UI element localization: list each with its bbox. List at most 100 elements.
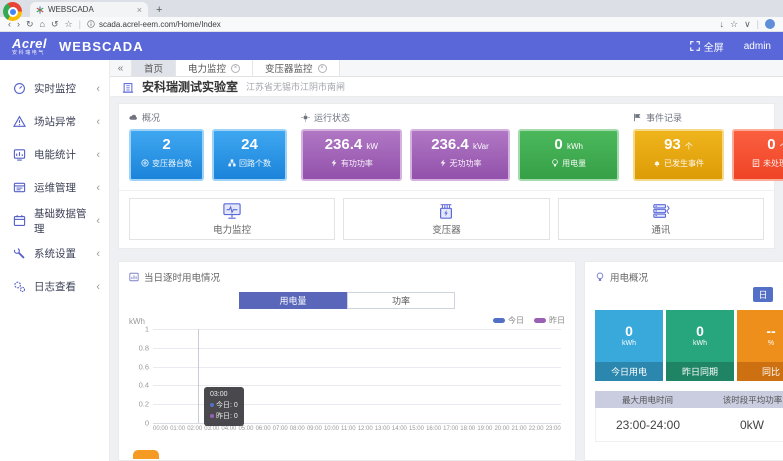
browser-tab[interactable]: WEBSCADA × bbox=[30, 2, 148, 17]
y-tick-label: 0.2 bbox=[129, 400, 149, 409]
overview-section: 概况 2 变压器台数 24 回路个数 bbox=[118, 103, 775, 249]
browser-tab-strip: WEBSCADA × + bbox=[0, 0, 783, 17]
sidebar-item-ops-management[interactable]: 运维管理 ‹ bbox=[0, 171, 109, 204]
x-axis-labels: 00:0001:0002:0003:0004:0005:0006:0007:00… bbox=[153, 426, 561, 432]
sidebar-item-realtime-monitoring[interactable]: 实时监控 ‹ bbox=[0, 72, 109, 105]
app-header: Acrel 安科瑞电气 WEBSCADA 全屏 admin bbox=[0, 32, 783, 60]
home-icon[interactable]: ⌂ bbox=[40, 20, 45, 29]
legend-item-yesterday[interactable]: 昨日 bbox=[534, 315, 565, 326]
refresh-icon[interactable]: ↻ bbox=[26, 20, 34, 29]
transformer-count-icon bbox=[141, 159, 149, 167]
browser-tab-title: WEBSCADA bbox=[48, 5, 133, 14]
usage-panel-icon bbox=[595, 272, 605, 282]
new-tab-button[interactable]: + bbox=[156, 4, 162, 16]
table-header-avg-power: 该时段平均功率 bbox=[700, 394, 783, 406]
tab-transformer-monitoring[interactable]: 变压器监控 × bbox=[253, 60, 340, 76]
sidebar: 实时监控 ‹ 场站异常 ‹ 电能统计 ‹ 运维管理 ‹ 基础数据管理 ‹ bbox=[0, 60, 110, 461]
caret-down-icon[interactable]: ∨ bbox=[744, 20, 751, 29]
acrel-logo: Acrel 安科瑞电气 bbox=[12, 37, 47, 56]
tab-power-monitoring[interactable]: 电力监控 × bbox=[176, 60, 253, 76]
page-tab-bar: « 首页 电力监控 × 变压器监控 × bbox=[110, 60, 783, 77]
browser-profile-avatar[interactable] bbox=[765, 19, 775, 29]
usage-tiles: 0kWh 今日用电 0kWh 昨日同期 --% 同比 bbox=[595, 310, 783, 381]
chevron-icon: ‹ bbox=[96, 215, 100, 227]
chart-panel-title: 当日逐时用电情况 bbox=[144, 270, 220, 284]
chart-series-toggle: 用电量 功率 bbox=[129, 292, 565, 309]
tooltip-time: 03:00 bbox=[210, 390, 238, 401]
bar-chart-icon bbox=[13, 148, 26, 161]
station-title-bar: 安科瑞测试实验室 江苏省无锡市江阴市南闸 bbox=[110, 77, 783, 97]
group-event-records: 事件记录 93 个 已发生事件 0 个 未处理异常 bbox=[633, 111, 783, 181]
sidebar-item-station-abnormal[interactable]: 场站异常 ‹ bbox=[0, 105, 109, 138]
tile-yesterday-same-period: 0kWh 昨日同期 bbox=[666, 310, 734, 381]
y-tick-label: 0 bbox=[129, 419, 149, 428]
quick-panels: 电力监控 变压器 通讯 bbox=[129, 198, 764, 240]
y-tick-label: 0.4 bbox=[129, 381, 149, 390]
tab-close-icon[interactable]: × bbox=[318, 64, 327, 73]
x-tick-label: 15:00 bbox=[409, 426, 424, 432]
tab-close-icon[interactable]: × bbox=[137, 5, 142, 15]
browser-logo-icon[interactable] bbox=[3, 2, 22, 21]
x-tick-label: 13:00 bbox=[375, 426, 390, 432]
chevron-icon: ‹ bbox=[96, 248, 100, 260]
x-tick-label: 00:00 bbox=[153, 426, 168, 432]
forward-icon[interactable]: › bbox=[17, 20, 20, 29]
tab-home[interactable]: 首页 bbox=[132, 60, 176, 76]
station-address: 江苏省无锡市江阴市南闸 bbox=[246, 80, 345, 93]
wrench-icon bbox=[13, 247, 26, 260]
station-name: 安科瑞测试实验室 bbox=[142, 78, 238, 95]
x-tick-label: 05:00 bbox=[238, 426, 253, 432]
star-icon[interactable]: ☆ bbox=[730, 20, 738, 29]
acrel-logo-subtext: 安科瑞电气 bbox=[12, 51, 47, 56]
tab-close-icon[interactable]: × bbox=[231, 64, 240, 73]
stat-card-transformer-count: 2 变压器台数 bbox=[129, 129, 204, 181]
toggle-power-button[interactable]: 功率 bbox=[347, 292, 455, 309]
communication-icon bbox=[651, 202, 671, 220]
gridline bbox=[153, 348, 561, 349]
legend-item-today[interactable]: 今日 bbox=[493, 315, 524, 326]
quick-panel-power-monitoring[interactable]: 电力监控 bbox=[129, 198, 335, 240]
cloud-icon bbox=[129, 113, 138, 122]
divider bbox=[119, 190, 774, 191]
avg-power-value: 0kW bbox=[700, 418, 783, 432]
acrel-logo-text: Acrel bbox=[12, 37, 47, 50]
clipboard-icon bbox=[752, 159, 760, 167]
list-panel-icon bbox=[13, 181, 26, 194]
sidebar-item-energy-statistics[interactable]: 电能统计 ‹ bbox=[0, 138, 109, 171]
x-tick-label: 06:00 bbox=[256, 426, 271, 432]
gridline bbox=[153, 329, 561, 330]
tab-collapse-button[interactable]: « bbox=[110, 60, 132, 76]
separator: | bbox=[757, 19, 759, 29]
datazoom-handle[interactable] bbox=[133, 450, 159, 459]
x-tick-label: 01:00 bbox=[170, 426, 185, 432]
stat-card-reactive-power: 236.4 kVar 无功功率 bbox=[410, 129, 511, 181]
sidebar-item-system-settings[interactable]: 系统设置 ‹ bbox=[0, 237, 109, 270]
x-tick-label: 21:00 bbox=[512, 426, 527, 432]
period-day-button[interactable]: 日 bbox=[753, 287, 773, 302]
quick-panel-communication[interactable]: 通讯 bbox=[558, 198, 764, 240]
tooltip-row-today: 今日: 0 bbox=[210, 401, 238, 412]
x-tick-label: 18:00 bbox=[460, 426, 475, 432]
sidebar-item-base-data-management[interactable]: 基础数据管理 ‹ bbox=[0, 204, 109, 237]
stat-card-energy-used: 0 kWh 用电量 bbox=[518, 129, 619, 181]
sidebar-item-log-view[interactable]: 日志查看 ‹ bbox=[0, 270, 109, 303]
info-icon bbox=[87, 20, 95, 28]
quick-panel-transformer[interactable]: 变压器 bbox=[343, 198, 549, 240]
max-usage-table: 最大用电时间 该时段平均功率 23:00-24:00 0kW bbox=[595, 391, 783, 442]
history-icon[interactable]: ↺ bbox=[51, 20, 59, 29]
tooltip-row-yesterday: 昨日: 0 bbox=[210, 412, 238, 423]
chart-tooltip: 03:00 今日: 0 昨日: 0 bbox=[204, 387, 244, 426]
x-tick-label: 03:00 bbox=[204, 426, 219, 432]
download-icon[interactable]: ↓ bbox=[719, 20, 724, 29]
user-menu[interactable]: admin bbox=[744, 41, 771, 52]
toggle-energy-button[interactable]: 用电量 bbox=[239, 292, 347, 309]
warning-icon bbox=[13, 115, 26, 128]
stat-card-active-power: 236.4 kW 有功功率 bbox=[301, 129, 402, 181]
bookmark-star-icon[interactable]: ☆ bbox=[65, 20, 73, 29]
x-tick-label: 17:00 bbox=[443, 426, 458, 432]
fullscreen-button[interactable]: 全屏 bbox=[690, 39, 724, 54]
x-tick-label: 08:00 bbox=[290, 426, 305, 432]
x-tick-label: 09:00 bbox=[307, 426, 322, 432]
x-tick-label: 19:00 bbox=[477, 426, 492, 432]
url-field[interactable]: scada.acrel-eem.com/Home/Index bbox=[87, 20, 221, 29]
